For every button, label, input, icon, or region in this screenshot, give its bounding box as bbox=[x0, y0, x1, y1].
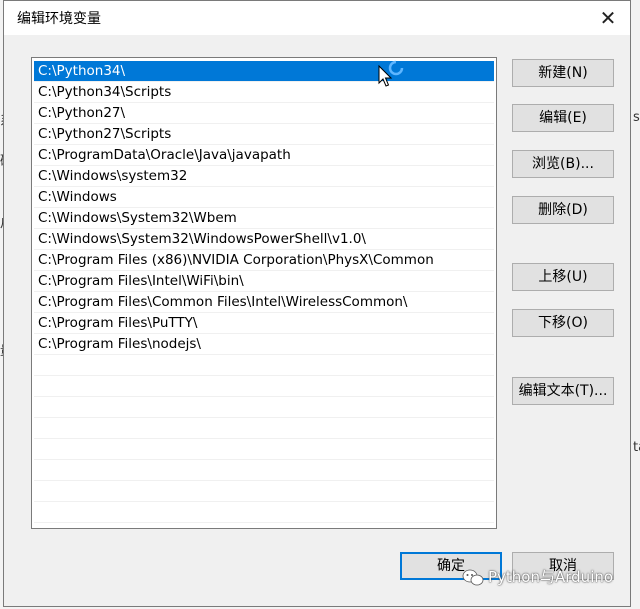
dialog-title: 编辑环境变量 bbox=[17, 11, 101, 27]
delete-button[interactable]: 删除(D) bbox=[512, 196, 614, 224]
close-icon[interactable]: ✕ bbox=[596, 6, 620, 30]
background-text-fragment: ta bbox=[633, 440, 640, 455]
empty-list-row bbox=[34, 439, 494, 460]
path-list-item[interactable]: C:\Windows\System32\WindowsPowerShell\v1… bbox=[34, 229, 494, 250]
path-list-item[interactable]: C:\Python34\Scripts bbox=[34, 82, 494, 103]
path-list-item[interactable]: C:\Program Files\PuTTY\ bbox=[34, 313, 494, 334]
path-list-item[interactable]: C:\Program Files\Common Files\Intel\Wire… bbox=[34, 292, 494, 313]
path-list-item[interactable]: C:\Program Files\nodejs\ bbox=[34, 334, 494, 355]
watermark: Python与Arduino bbox=[462, 566, 613, 592]
edit-environment-variable-dialog: 编辑环境变量 ✕ C:\Python34\ C:\Python34\Scripts… bbox=[3, 0, 631, 607]
browse-button[interactable]: 浏览(B)... bbox=[512, 150, 614, 178]
busy-spinner-icon bbox=[388, 60, 404, 76]
watermark-text: Python与Arduino bbox=[488, 568, 614, 586]
empty-list-row bbox=[34, 481, 494, 502]
empty-list-row bbox=[34, 355, 494, 376]
empty-list-row bbox=[34, 397, 494, 418]
new-button[interactable]: 新建(N) bbox=[512, 59, 614, 87]
wechat-icon bbox=[462, 569, 484, 585]
path-list-item[interactable]: C:\ProgramData\Oracle\Java\javapath bbox=[34, 145, 494, 166]
edit-text-button[interactable]: 编辑文本(T)... bbox=[512, 377, 614, 405]
path-list-item[interactable]: C:\Program Files (x86)\NVIDIA Corporatio… bbox=[34, 250, 494, 271]
path-list-item[interactable]: C:\Windows\system32 bbox=[34, 166, 494, 187]
path-list-item[interactable]: C:\Windows\System32\Wbem bbox=[34, 208, 494, 229]
move-down-button[interactable]: 下移(O) bbox=[512, 309, 614, 337]
move-up-button[interactable]: 上移(U) bbox=[512, 263, 614, 291]
title-bar: 编辑环境变量 ✕ bbox=[4, 1, 630, 35]
empty-list-row bbox=[34, 376, 494, 397]
path-list-item[interactable]: C:\Windows bbox=[34, 187, 494, 208]
path-list-item[interactable]: C:\Python27\ bbox=[34, 103, 494, 124]
background-text-fragment: s; bbox=[633, 110, 640, 125]
edit-button[interactable]: 编辑(E) bbox=[512, 104, 614, 132]
empty-list-row bbox=[34, 502, 494, 523]
empty-list-row bbox=[34, 418, 494, 439]
path-list-item[interactable]: C:\Python34\ bbox=[34, 61, 494, 82]
path-list-item[interactable]: C:\Python27\Scripts bbox=[34, 124, 494, 145]
empty-list-row bbox=[34, 460, 494, 481]
path-list[interactable]: C:\Python34\ C:\Python34\Scripts C:\Python… bbox=[31, 57, 497, 529]
path-list-item[interactable]: C:\Program Files\Intel\WiFi\bin\ bbox=[34, 271, 494, 292]
